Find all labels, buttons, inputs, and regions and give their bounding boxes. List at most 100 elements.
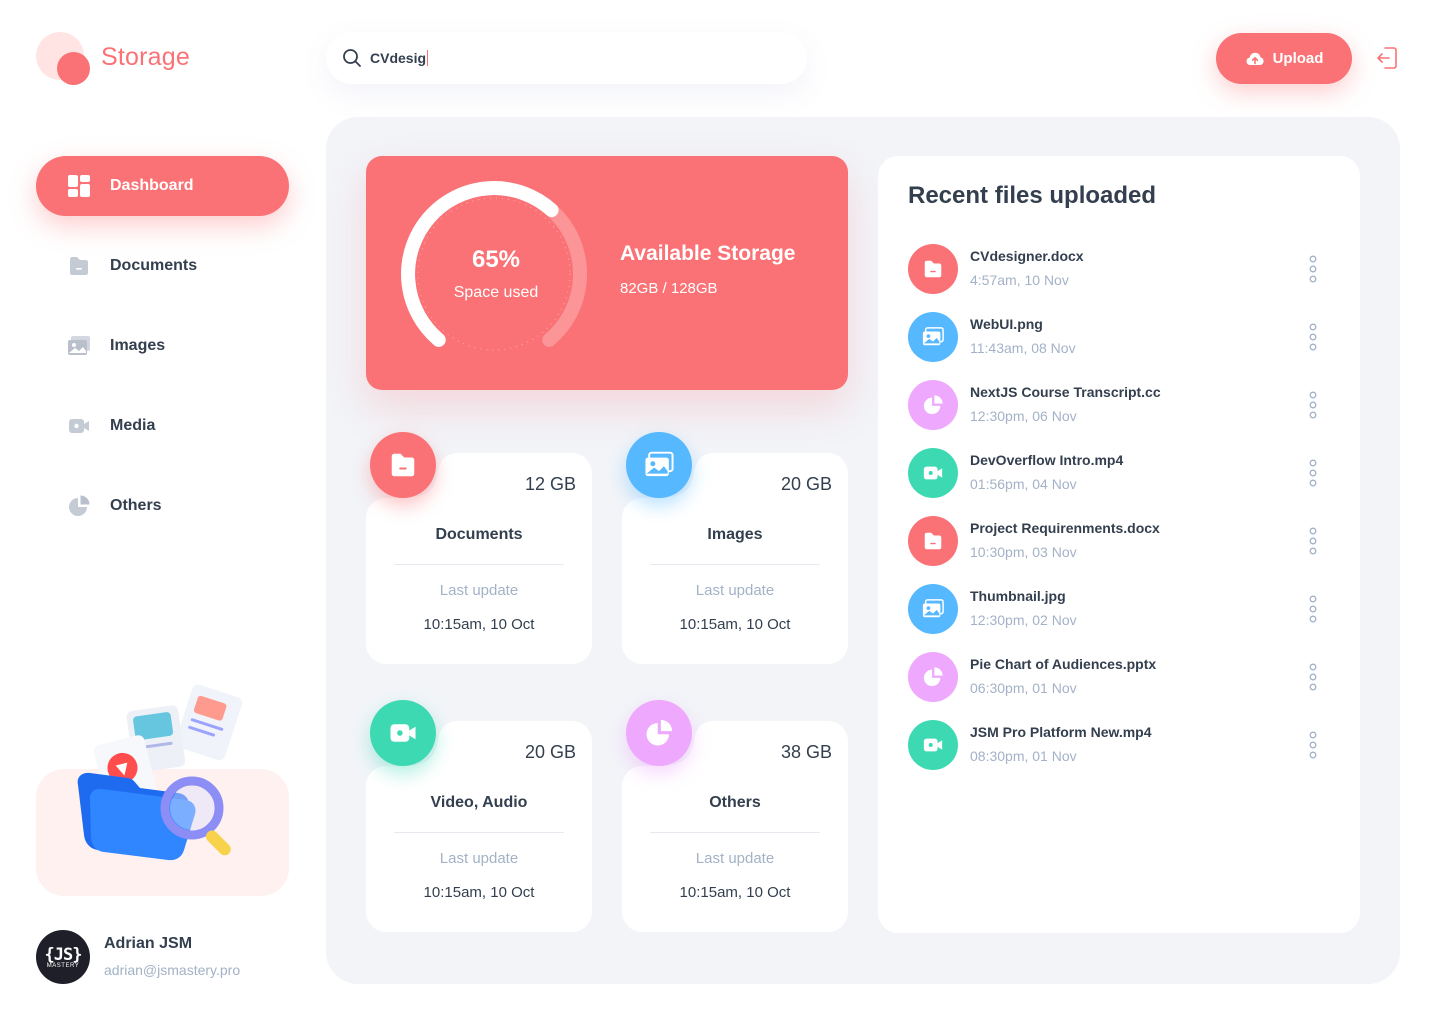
category-name: Others — [709, 794, 761, 811]
pie-chart-icon — [908, 652, 958, 702]
last-update-date: 10:15am, 10 Oct — [679, 884, 791, 901]
more-options-icon[interactable] — [1308, 594, 1318, 624]
list-item[interactable]: Thumbnail.jpg 12:30pm, 02 Nov — [908, 584, 1338, 636]
file-time: 12:30pm, 06 Nov — [970, 408, 1077, 424]
divider — [650, 564, 820, 565]
sidebar-item-images[interactable]: Images — [36, 316, 289, 376]
last-update-label: Last update — [695, 582, 775, 599]
last-update-label: Last update — [439, 850, 519, 867]
user-profile[interactable]: {JS} MASTERY Adrian JSM adrian@jsmastery… — [36, 930, 296, 986]
file-time: 4:57am, 10 Nov — [970, 272, 1069, 288]
storage-progress-ring: 65% Space used — [396, 176, 596, 376]
file-name: Project Requirenments.docx — [970, 520, 1160, 536]
list-item[interactable]: CVdesigner.docx 4:57am, 10 Nov — [908, 244, 1338, 296]
sidebar-item-others[interactable]: Others — [36, 476, 289, 536]
document-icon — [908, 244, 958, 294]
category-size: 20 GB — [524, 742, 576, 762]
storage-percent: 65% — [471, 246, 521, 273]
last-update-date: 10:15am, 10 Oct — [679, 616, 791, 633]
category-card-documents[interactable]: 12 GB Documents Last update 10:15am, 10 … — [366, 432, 592, 664]
file-time: 10:30pm, 03 Nov — [970, 544, 1077, 560]
search-icon — [343, 49, 361, 67]
more-options-icon[interactable] — [1308, 662, 1318, 692]
folder-illustration — [77, 684, 243, 861]
sidebar-item-documents[interactable]: Documents — [36, 236, 289, 296]
app-logo[interactable]: Storage — [36, 32, 236, 88]
more-options-icon[interactable] — [1308, 526, 1318, 556]
category-name: Video, Audio — [430, 794, 528, 811]
divider — [394, 832, 564, 833]
image-icon — [626, 432, 692, 498]
logout-icon[interactable] — [1376, 46, 1398, 70]
category-size: 20 GB — [780, 474, 832, 494]
document-icon — [66, 253, 92, 279]
search-value: CVdesig — [370, 50, 427, 66]
list-item[interactable]: Pie Chart of Audiences.pptx 06:30pm, 01 N… — [908, 652, 1338, 704]
video-icon — [908, 720, 958, 770]
user-name: Adrian JSM — [104, 935, 193, 952]
more-options-icon[interactable] — [1308, 322, 1318, 352]
logo-text: Storage — [101, 43, 190, 71]
file-time: 01:56pm, 04 Nov — [970, 476, 1077, 492]
category-card-video-audio[interactable]: 20 GB Video, Audio Last update 10:15am, … — [366, 700, 592, 932]
image-icon — [66, 333, 92, 359]
document-icon — [908, 516, 958, 566]
file-name: JSM Pro Platform New.mp4 — [970, 724, 1152, 740]
file-name: Thumbnail.jpg — [970, 588, 1066, 604]
file-name: NextJS Course Transcript.cc — [970, 384, 1161, 400]
list-item[interactable]: DevOverflow Intro.mp4 01:56pm, 04 Nov — [908, 448, 1338, 500]
last-update-date: 10:15am, 10 Oct — [423, 884, 535, 901]
sidebar-item-dashboard[interactable]: Dashboard — [36, 156, 289, 216]
sidebar-item-media[interactable]: Media — [36, 396, 289, 456]
user-email: adrian@jsmastery.pro — [104, 962, 241, 978]
category-size: 38 GB — [780, 742, 832, 762]
pie-chart-icon — [626, 700, 692, 766]
sidebar-item-label: Images — [110, 337, 166, 354]
image-icon — [908, 312, 958, 362]
image-icon — [908, 584, 958, 634]
sidebar-item-label: Documents — [110, 257, 198, 274]
more-options-icon[interactable] — [1308, 390, 1318, 420]
category-name: Documents — [435, 526, 523, 543]
file-name: WebUI.png — [970, 316, 1043, 332]
more-options-icon[interactable] — [1308, 458, 1318, 488]
file-time: 08:30pm, 01 Nov — [970, 748, 1077, 764]
avatar: {JS} MASTERY — [36, 930, 90, 984]
file-time: 12:30pm, 02 Nov — [970, 612, 1077, 628]
video-icon — [908, 448, 958, 498]
sidebar-item-label: Dashboard — [110, 177, 194, 194]
category-card-others[interactable]: 38 GB Others Last update 10:15am, 10 Oct — [622, 700, 848, 932]
pie-chart-icon — [908, 380, 958, 430]
last-update-date: 10:15am, 10 Oct — [423, 616, 535, 633]
file-name: Pie Chart of Audiences.pptx — [970, 656, 1157, 672]
list-item[interactable]: NextJS Course Transcript.cc 12:30pm, 06 N… — [908, 380, 1338, 432]
text-caret — [427, 50, 429, 66]
more-options-icon[interactable] — [1308, 730, 1318, 760]
divider — [650, 832, 820, 833]
sidebar-item-label: Media — [110, 417, 156, 434]
upload-button[interactable]: Upload — [1216, 33, 1352, 84]
category-card-images[interactable]: 20 GB Images Last update 10:15am, 10 Oct — [622, 432, 848, 664]
category-name: Images — [707, 526, 763, 543]
file-name: CVdesigner.docx — [970, 248, 1084, 264]
list-item[interactable]: JSM Pro Platform New.mp4 08:30pm, 01 Nov — [908, 720, 1338, 772]
more-options-icon[interactable] — [1308, 254, 1318, 284]
storage-title: Available Storage — [620, 242, 796, 265]
storage-ring-svg — [401, 181, 587, 351]
list-item[interactable]: Project Requirenments.docx 10:30pm, 03 No… — [908, 516, 1338, 568]
storage-amount: 82GB / 128GB — [620, 280, 718, 297]
category-size: 12 GB — [524, 474, 576, 494]
video-icon — [66, 413, 92, 439]
search-input[interactable]: CVdesig — [326, 32, 807, 84]
last-update-label: Last update — [695, 850, 775, 867]
list-item[interactable]: WebUI.png 11:43am, 08 Nov — [908, 312, 1338, 364]
document-icon — [370, 432, 436, 498]
cloud-upload-icon — [1246, 52, 1264, 65]
storage-used-label: Space used — [453, 284, 539, 301]
storage-summary-card: 65% Space used Available Storage 82GB / … — [366, 156, 848, 390]
file-time: 06:30pm, 01 Nov — [970, 680, 1077, 696]
logo-circle-front — [57, 52, 90, 85]
file-time: 11:43am, 08 Nov — [970, 340, 1076, 356]
divider — [394, 564, 564, 565]
upload-label: Upload — [1272, 50, 1324, 67]
